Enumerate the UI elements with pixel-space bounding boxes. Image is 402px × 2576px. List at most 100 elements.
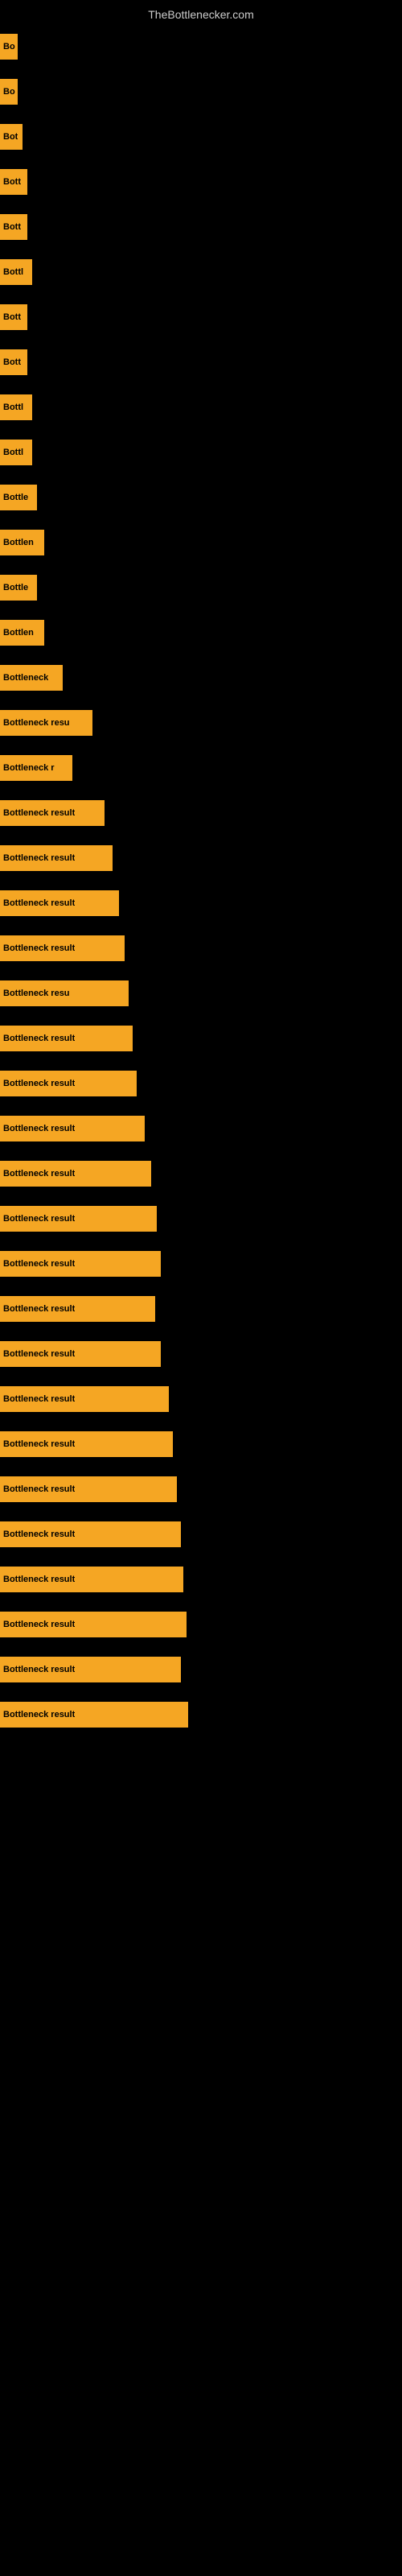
bar: Bottleneck result	[0, 1071, 137, 1096]
bar: Bottle	[0, 485, 37, 510]
bar: Bottleneck resu	[0, 980, 129, 1006]
bar-row: Bottlen	[0, 610, 402, 655]
bar-row: Bottleneck	[0, 655, 402, 700]
bar: Bottleneck result	[0, 1657, 181, 1682]
bar-row: Bottleneck result	[0, 1061, 402, 1106]
bar-label: Bottleneck result	[3, 1034, 75, 1043]
bar-label: Bottleneck result	[3, 853, 75, 863]
bar-label: Bottleneck result	[3, 1620, 75, 1629]
bar: Bottl	[0, 440, 32, 465]
bar: Bottleneck result	[0, 1161, 151, 1187]
bar: Bottleneck result	[0, 1567, 183, 1592]
bar: Bottleneck result	[0, 1612, 187, 1637]
bar-row: Bottleneck result	[0, 1422, 402, 1467]
bar-label: Bottleneck result	[3, 1079, 75, 1088]
bar: Bottleneck result	[0, 800, 105, 826]
site-title: TheBottlenecker.com	[0, 2, 402, 24]
bar: Bo	[0, 79, 18, 105]
bar: Bottleneck result	[0, 1386, 169, 1412]
bar-label: Bottleneck result	[3, 1214, 75, 1224]
bar-label: Bottlen	[3, 628, 34, 638]
bar: Bottleneck result	[0, 1026, 133, 1051]
bar-row: Bottleneck result	[0, 1106, 402, 1151]
bar-label: Bottleneck	[3, 673, 48, 683]
bar-row: Bottleneck result	[0, 1196, 402, 1241]
bar-row: Bottleneck result	[0, 1241, 402, 1286]
bar-label: Bottleneck result	[3, 1304, 75, 1314]
bar-row: Bottleneck result	[0, 1377, 402, 1422]
bar: Bottleneck result	[0, 890, 119, 916]
bar-row: Bott	[0, 159, 402, 204]
bar-label: Bottleneck result	[3, 943, 75, 953]
bar-label: Bottle	[3, 583, 28, 592]
bar-label: Bottleneck resu	[3, 989, 70, 998]
bar-label: Bottleneck result	[3, 1394, 75, 1404]
bar: Bottleneck resu	[0, 710, 92, 736]
bar-label: Bottleneck result	[3, 1124, 75, 1133]
bar-label: Bottl	[3, 448, 23, 457]
bars-container: Bo Bo Bot Bott Bott Bottl Bott Bott Bottl Bottl Bo…	[0, 24, 402, 1737]
bar-label: Bottleneck result	[3, 1439, 75, 1449]
bar-row: Bott	[0, 295, 402, 340]
bar-label: Bottleneck resu	[3, 718, 70, 728]
bar-label: Bottleneck r	[3, 763, 55, 773]
bar: Bottleneck result	[0, 1206, 157, 1232]
bar: Bottleneck r	[0, 755, 72, 781]
bar: Bottlen	[0, 620, 44, 646]
bar-row: Bottleneck result	[0, 791, 402, 836]
bar-label: Bottleneck result	[3, 1349, 75, 1359]
bar-row: Bo	[0, 24, 402, 69]
bar-label: Bottleneck result	[3, 898, 75, 908]
bar-label: Bott	[3, 357, 21, 367]
bar-label: Bottl	[3, 267, 23, 277]
bar: Bottleneck result	[0, 935, 125, 961]
bar: Bott	[0, 304, 27, 330]
bar-row: Bottleneck result	[0, 1557, 402, 1602]
bar-label: Bo	[3, 42, 15, 52]
bar-label: Bottlen	[3, 538, 34, 547]
bar: Bott	[0, 349, 27, 375]
bar-label: Bottleneck result	[3, 808, 75, 818]
bar-row: Bottleneck resu	[0, 700, 402, 745]
bar-label: Bot	[3, 132, 18, 142]
bar-row: Bottle	[0, 475, 402, 520]
bar: Bottleneck result	[0, 1296, 155, 1322]
bar-label: Bottl	[3, 402, 23, 412]
bar-row: Bottle	[0, 565, 402, 610]
bar-row: Bott	[0, 340, 402, 385]
bar-label: Bottleneck result	[3, 1575, 75, 1584]
bar-row: Bottleneck result	[0, 1602, 402, 1647]
bar: Bo	[0, 34, 18, 60]
bar: Bottleneck result	[0, 1251, 161, 1277]
bar-label: Bottleneck result	[3, 1484, 75, 1494]
bar-row: Bottl	[0, 385, 402, 430]
bar-row: Bottleneck result	[0, 1016, 402, 1061]
bar-row: Bottleneck r	[0, 745, 402, 791]
bar-row: Bottleneck result	[0, 1331, 402, 1377]
bar-row: Bott	[0, 204, 402, 250]
bar-row: Bottleneck resu	[0, 971, 402, 1016]
bar-row: Bottleneck result	[0, 1151, 402, 1196]
bar-label: Bottleneck result	[3, 1169, 75, 1179]
bar-row: Bottl	[0, 430, 402, 475]
bar-label: Bott	[3, 177, 21, 187]
bar-label: Bottle	[3, 493, 28, 502]
bar: Bottle	[0, 575, 37, 601]
bar: Bottleneck result	[0, 1431, 173, 1457]
bar-label: Bott	[3, 312, 21, 322]
bar: Bottleneck result	[0, 1476, 177, 1502]
bar: Bottl	[0, 259, 32, 285]
bar: Bottleneck result	[0, 1521, 181, 1547]
bar-row: Bottleneck result	[0, 926, 402, 971]
bar: Bottleneck result	[0, 1702, 188, 1728]
bar-label: Bottleneck result	[3, 1665, 75, 1674]
bar: Bott	[0, 214, 27, 240]
bar-row: Bottleneck result	[0, 1692, 402, 1737]
bar-row: Bottleneck result	[0, 1512, 402, 1557]
bar: Bot	[0, 124, 23, 150]
bar-row: Bottleneck result	[0, 1467, 402, 1512]
bar-label: Bott	[3, 222, 21, 232]
bar: Bott	[0, 169, 27, 195]
bar-label: Bottleneck result	[3, 1710, 75, 1719]
bar-row: Bottlen	[0, 520, 402, 565]
